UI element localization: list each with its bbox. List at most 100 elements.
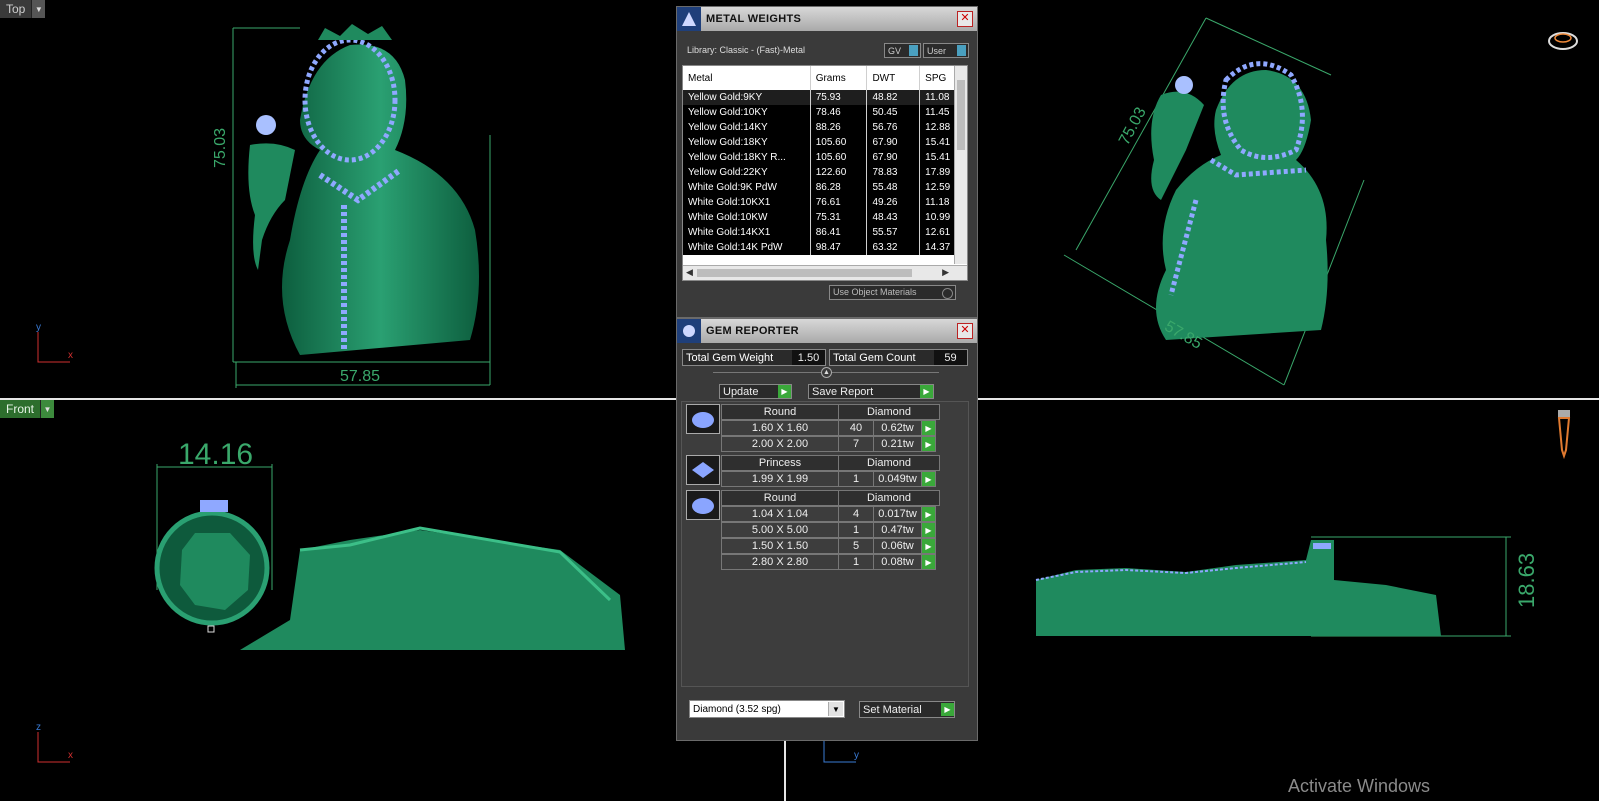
- gv-label: GV: [888, 45, 902, 56]
- gem-count: 1: [839, 471, 874, 487]
- col-grams[interactable]: Grams: [810, 66, 868, 90]
- cell: Yellow Gold:18KY R...: [683, 150, 811, 165]
- metal-weights-titlebar[interactable]: METAL WEIGHTS ✕: [677, 7, 977, 31]
- ring-icon[interactable]: [1546, 28, 1584, 57]
- gem-count: 5: [839, 538, 874, 554]
- scroll-thumb[interactable]: [957, 80, 965, 150]
- select-arrow-icon[interactable]: ▶: [922, 554, 936, 570]
- chevron-right-icon[interactable]: ▶: [942, 267, 949, 278]
- gem-row[interactable]: 2.80 X 2.80 1 0.08tw ▶: [721, 554, 936, 570]
- gem-weight: 0.08tw: [874, 554, 922, 570]
- scroll-thumb[interactable]: [697, 269, 912, 277]
- top-dim-width: 57.85: [340, 368, 381, 385]
- select-arrow-icon[interactable]: ▶: [922, 471, 936, 487]
- update-label: Update: [723, 385, 759, 398]
- collapse-icon[interactable]: ▲: [821, 367, 832, 378]
- table-row[interactable]: Yellow Gold:18KY 105.60 67.90 15.41: [683, 135, 967, 150]
- table-row[interactable]: White Gold:14K PdW 98.47 63.32 14.37: [683, 240, 967, 255]
- table-row[interactable]: Yellow Gold:9KY 75.93 48.82 11.08: [683, 90, 967, 105]
- gem-material: Diamond: [839, 490, 940, 506]
- cell: 48.43: [866, 210, 921, 225]
- gem-row[interactable]: 2.00 X 2.00 7 0.21tw ▶: [721, 436, 936, 452]
- user-toggle[interactable]: User: [923, 43, 969, 58]
- cell: Yellow Gold:9KY: [683, 90, 811, 105]
- close-icon[interactable]: ✕: [957, 323, 973, 339]
- table-row[interactable]: White Gold:10KX1 76.61 49.26 11.18: [683, 195, 967, 210]
- gem-row[interactable]: 1.60 X 1.60 40 0.62tw ▶: [721, 420, 936, 436]
- pen-icon[interactable]: [1554, 408, 1574, 465]
- viewport-front[interactable]: Front ▼ 14.16 z x: [0, 400, 784, 801]
- gem-shape: Princess: [721, 455, 839, 471]
- cell: Yellow Gold:22KY: [683, 165, 811, 180]
- select-arrow-icon[interactable]: ▶: [922, 522, 936, 538]
- gem-count: 7: [839, 436, 874, 452]
- cell: White Gold:10KX1: [683, 195, 811, 210]
- chevron-left-icon[interactable]: ◀: [686, 267, 693, 278]
- gem-size: 5.00 X 5.00: [721, 522, 839, 538]
- viewport-top[interactable]: Top ▼ 75.03 57.85 y x: [0, 0, 784, 398]
- gem-count: 4: [839, 506, 874, 522]
- cell: 105.60: [810, 135, 868, 150]
- cell: 48.82: [866, 90, 921, 105]
- axis-y-label: y: [36, 322, 41, 333]
- cell: 122.60: [810, 165, 868, 180]
- material-select[interactable]: Diamond (3.52 spg) ▼: [689, 700, 845, 718]
- gem-group-header: Round Diamond: [721, 404, 940, 420]
- save-report-button[interactable]: Save Report ▶: [808, 384, 934, 399]
- total-count-label: Total Gem Count: [833, 351, 916, 364]
- gem-row[interactable]: 1.50 X 1.50 5 0.06tw ▶: [721, 538, 936, 554]
- gem-row[interactable]: 5.00 X 5.00 1 0.47tw ▶: [721, 522, 936, 538]
- col-dwt[interactable]: DWT: [866, 66, 921, 90]
- cell: White Gold:9K PdW: [683, 180, 811, 195]
- select-arrow-icon[interactable]: ▶: [922, 506, 936, 522]
- update-button[interactable]: Update ▶: [719, 384, 792, 399]
- total-weight-label: Total Gem Weight: [686, 351, 774, 364]
- gem-list: Round Diamond 1.60 X 1.60 40 0.62tw ▶ 2.00 X…: [681, 401, 969, 687]
- gem-row[interactable]: 1.04 X 1.04 4 0.017tw ▶: [721, 506, 936, 522]
- col-metal[interactable]: Metal: [683, 66, 811, 90]
- close-icon[interactable]: ✕: [957, 11, 973, 27]
- table-row[interactable]: Yellow Gold:14KY 88.26 56.76 12.88: [683, 120, 967, 135]
- gem-reporter-title: GEM REPORTER: [706, 325, 799, 337]
- chevron-down-icon[interactable]: ▼: [828, 702, 843, 716]
- table-row[interactable]: Yellow Gold:22KY 122.60 78.83 17.89: [683, 165, 967, 180]
- table-row[interactable]: White Gold:9K PdW 86.28 55.48 12.59: [683, 180, 967, 195]
- total-weight-value: 1.50: [792, 350, 825, 365]
- gem-weight: 0.049tw: [874, 471, 922, 487]
- set-material-button[interactable]: Set Material ▶: [859, 701, 955, 718]
- gem-weight: 0.017tw: [874, 506, 922, 522]
- top-view-model: [232, 24, 491, 388]
- select-arrow-icon[interactable]: ▶: [922, 436, 936, 452]
- radio-icon: [942, 288, 953, 299]
- table-row[interactable]: Yellow Gold:10KY 78.46 50.45 11.45: [683, 105, 967, 120]
- gem-row[interactable]: 1.99 X 1.99 1 0.049tw ▶: [721, 471, 936, 487]
- play-icon: ▶: [920, 385, 933, 398]
- axis-x-label: x: [68, 350, 73, 361]
- vertical-scrollbar[interactable]: [954, 66, 967, 264]
- cell: 67.90: [866, 150, 921, 165]
- use-object-materials-label: Use Object Materials: [833, 287, 917, 297]
- activate-windows-watermark: Activate Windows: [1288, 776, 1431, 796]
- horizontal-scrollbar[interactable]: ◀ ▶: [683, 265, 967, 280]
- cell: 78.83: [866, 165, 921, 180]
- cell: 86.28: [810, 180, 868, 195]
- table-row[interactable]: White Gold:10KW 75.31 48.43 10.99: [683, 210, 967, 225]
- cell: 49.26: [866, 195, 921, 210]
- select-arrow-icon[interactable]: ▶: [922, 420, 936, 436]
- use-object-materials-toggle[interactable]: Use Object Materials: [829, 285, 956, 300]
- metal-table[interactable]: Metal Grams DWT SPG Yellow Gold:9KY 75.93…: [682, 65, 968, 281]
- gv-toggle[interactable]: GV: [884, 43, 921, 58]
- gem-count: 1: [839, 522, 874, 538]
- cell: Yellow Gold:14KY: [683, 120, 811, 135]
- gem-reporter-titlebar[interactable]: GEM REPORTER ✕: [677, 319, 977, 343]
- table-row[interactable]: Yellow Gold:18KY R... 105.60 67.90 15.41: [683, 150, 967, 165]
- gem-weight: 0.21tw: [874, 436, 922, 452]
- cell: 88.26: [810, 120, 868, 135]
- select-arrow-icon[interactable]: ▶: [922, 538, 936, 554]
- table-row[interactable]: White Gold:14KX1 86.41 55.57 12.61: [683, 225, 967, 240]
- cell: 55.48: [866, 180, 921, 195]
- material-select-value: Diamond (3.52 spg): [693, 703, 781, 715]
- round-gem-icon: [686, 404, 720, 434]
- gem-size: 1.04 X 1.04: [721, 506, 839, 522]
- gem-weight: 0.47tw: [874, 522, 922, 538]
